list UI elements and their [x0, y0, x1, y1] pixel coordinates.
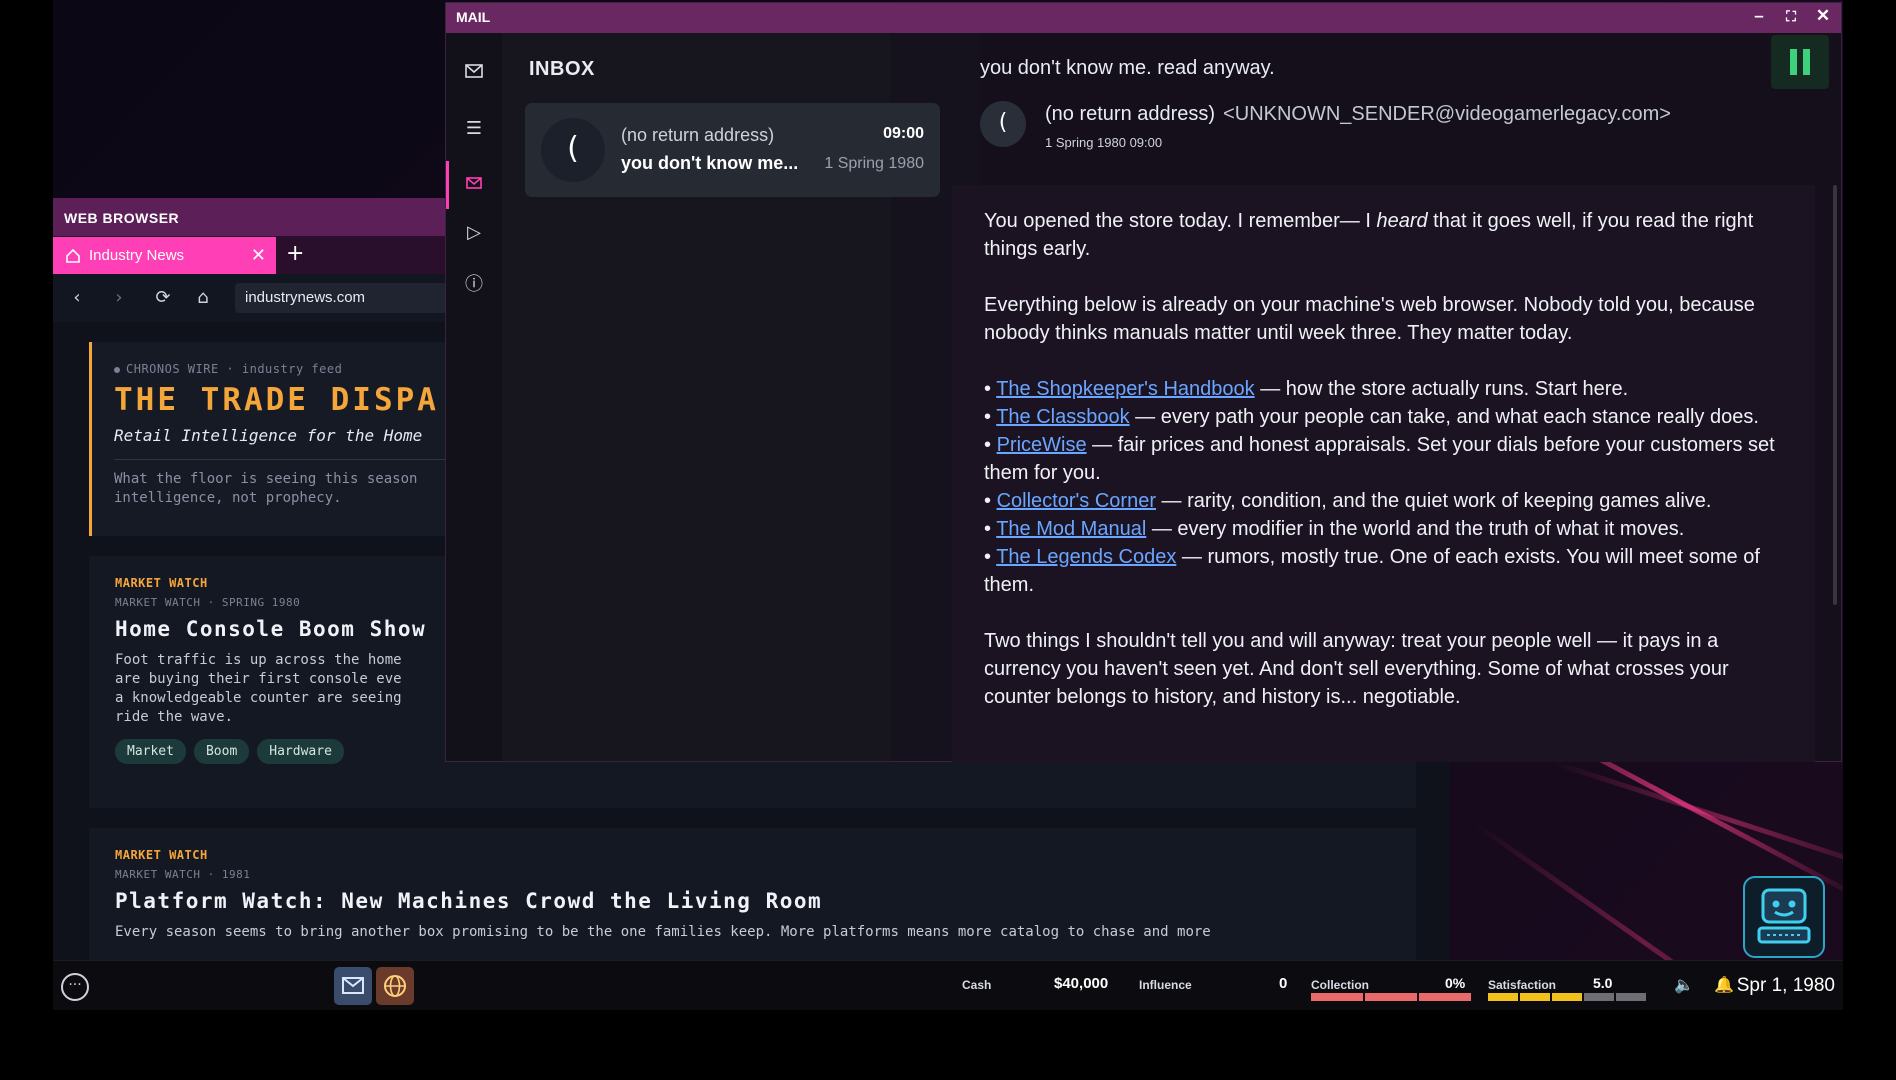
sender-line: (no return address) <UNKNOWN_SENDER@video… [1045, 103, 1671, 126]
assistant-robot-button[interactable] [1743, 876, 1825, 958]
collection-bar-segment [1311, 993, 1363, 1001]
link-mod-manual[interactable]: The Mod Manual [996, 518, 1146, 540]
clock-date[interactable]: Spr 1, 1980 [1737, 975, 1835, 997]
active-indicator [446, 161, 449, 209]
mail-sidebar: ☰ ▷ ⓘ [446, 33, 502, 761]
link-list: • The Shopkeeper's Handbook — how the st… [984, 375, 1795, 599]
body-paragraph: Everything below is already on your mach… [984, 294, 1755, 344]
collection-label: Collection [1311, 978, 1370, 992]
article-meta: MARKET WATCH · 1981 [115, 868, 251, 881]
volume-icon[interactable]: 🔈 [1674, 975, 1694, 994]
mail-title: MAIL [456, 9, 491, 25]
mail-titlebar[interactable]: MAIL – ⛶ ✕ [446, 3, 1841, 33]
tab-industry-news[interactable]: Industry News ✕ [53, 237, 276, 274]
back-icon[interactable]: ‹ [67, 288, 87, 308]
collection-bar-segment [1419, 993, 1471, 1001]
article-category: MARKET WATCH [115, 848, 208, 862]
pause-button[interactable] [1771, 35, 1829, 89]
pause-icon [1803, 49, 1810, 75]
link-pricewise[interactable]: PriceWise [997, 434, 1087, 456]
satisfaction-bar-segment [1584, 993, 1614, 1001]
collection-value: 0% [1445, 975, 1466, 991]
inbox-message-row[interactable]: ( (no return address) 09:00 you don't kn… [525, 103, 940, 197]
mail-window: MAIL – ⛶ ✕ ☰ ▷ ⓘ INBOX ( (no return addr… [445, 2, 1842, 762]
cash-label: Cash [962, 978, 992, 992]
link-collectors-corner[interactable]: Collector's Corner [997, 490, 1156, 512]
reload-icon[interactable]: ⟳ [153, 288, 173, 308]
sender-name: (no return address) [1045, 103, 1216, 125]
minimize-icon[interactable]: – [1749, 6, 1769, 26]
start-menu-button[interactable]: ··· [61, 973, 89, 1001]
reader-subject: you don't know me. read anyway. [980, 57, 1275, 79]
satisfaction-bar-segment [1488, 993, 1518, 1001]
list-item: • PriceWise — fair prices and honest app… [984, 434, 1775, 484]
desktop: WEB BROWSER Industry News ✕ + ‹ › ⟳ ⌂ in… [53, 0, 1843, 1010]
message-date: 1 Spring 1980 [824, 155, 924, 172]
inbox-icon[interactable] [464, 173, 484, 193]
satisfaction-bar-segment [1616, 993, 1646, 1001]
menu-icon[interactable]: ☰ [464, 119, 484, 139]
inbox-pane: INBOX ( (no return address) 09:00 you do… [502, 33, 940, 761]
inbox-title: INBOX [529, 58, 595, 80]
sender-avatar: ( [980, 101, 1026, 147]
home-nav-icon[interactable]: ⌂ [193, 288, 213, 308]
new-tab-button[interactable]: + [286, 241, 304, 266]
mail-logo-icon[interactable] [464, 61, 484, 81]
article-card[interactable]: MARKET WATCH MARKET WATCH · 1981 Platfor… [89, 828, 1416, 960]
influence-label: Influence [1139, 978, 1192, 992]
satisfaction-value: 5.0 [1593, 975, 1613, 991]
link-shopkeepers-handbook[interactable]: The Shopkeeper's Handbook [996, 378, 1254, 400]
message-from: (no return address) [621, 125, 775, 145]
influence-value: 0 [1279, 975, 1288, 992]
message-subject: you don't know me... [621, 153, 799, 173]
list-item: • The Classbook — every path your people… [984, 406, 1759, 428]
link-legends-codex[interactable]: The Legends Codex [996, 546, 1176, 568]
tag-chip[interactable]: Market [115, 739, 186, 764]
maximize-icon[interactable]: ⛶ [1781, 8, 1801, 25]
list-item: • The Legends Codex — rumors, mostly tru… [984, 546, 1760, 596]
taskbar-browser-app[interactable] [376, 967, 414, 1005]
taskbar-mail-app[interactable] [334, 967, 372, 1005]
message-time: 09:00 [883, 125, 924, 142]
home-icon [66, 248, 80, 263]
close-tab-icon[interactable]: ✕ [251, 245, 266, 266]
robot-icon [1757, 888, 1811, 944]
taskbar: ··· Cash $40,000 Influence 0 Collection … [53, 960, 1843, 1010]
link-classbook[interactable]: The Classbook [996, 406, 1129, 428]
article-title[interactable]: Platform Watch: New Machines Crowd the L… [115, 889, 1390, 913]
satisfaction-label: Satisfaction [1488, 978, 1557, 992]
collection-bar-segment [1365, 993, 1417, 1001]
message-body: You opened the store today. I remember— … [952, 185, 1815, 762]
message-scrollbar[interactable] [1833, 185, 1837, 605]
tag-chip[interactable]: Hardware [257, 739, 344, 764]
satisfaction-bar-segment [1520, 993, 1550, 1001]
body-paragraph: You opened the store today. I remember— … [984, 210, 1754, 260]
close-icon[interactable]: ✕ [1813, 6, 1833, 26]
alert-icon[interactable]: ⓘ [464, 275, 484, 295]
article-body: Every season seems to bring another box … [115, 924, 1211, 940]
tag-chip[interactable]: Boom [193, 739, 250, 764]
sender-address: <UNKNOWN_SENDER@videogamerlegacy.com> [1223, 103, 1671, 125]
list-item: • Collector's Corner — rarity, condition… [984, 490, 1712, 512]
sender-avatar: ( [541, 118, 605, 182]
list-item: • The Shopkeeper's Handbook — how the st… [984, 378, 1629, 400]
satisfaction-bar-segment [1552, 993, 1582, 1001]
forward-icon[interactable]: › [109, 288, 129, 308]
globe-icon [384, 975, 406, 997]
list-item: • The Mod Manual — every modifier in the… [984, 518, 1685, 540]
body-paragraph: Two things I shouldn't tell you and will… [984, 630, 1729, 708]
message-reader: you don't know me. read anyway. ( (no re… [952, 33, 1841, 762]
tab-label: Industry News [89, 247, 185, 264]
sent-date: 1 Spring 1980 09:00 [1045, 135, 1163, 150]
send-icon[interactable]: ▷ [464, 223, 484, 243]
mail-app-icon [342, 977, 364, 994]
pause-icon [1790, 49, 1797, 75]
cash-value: $40,000 [1054, 975, 1109, 992]
notification-bell-icon[interactable]: 🔔 [1714, 975, 1734, 994]
